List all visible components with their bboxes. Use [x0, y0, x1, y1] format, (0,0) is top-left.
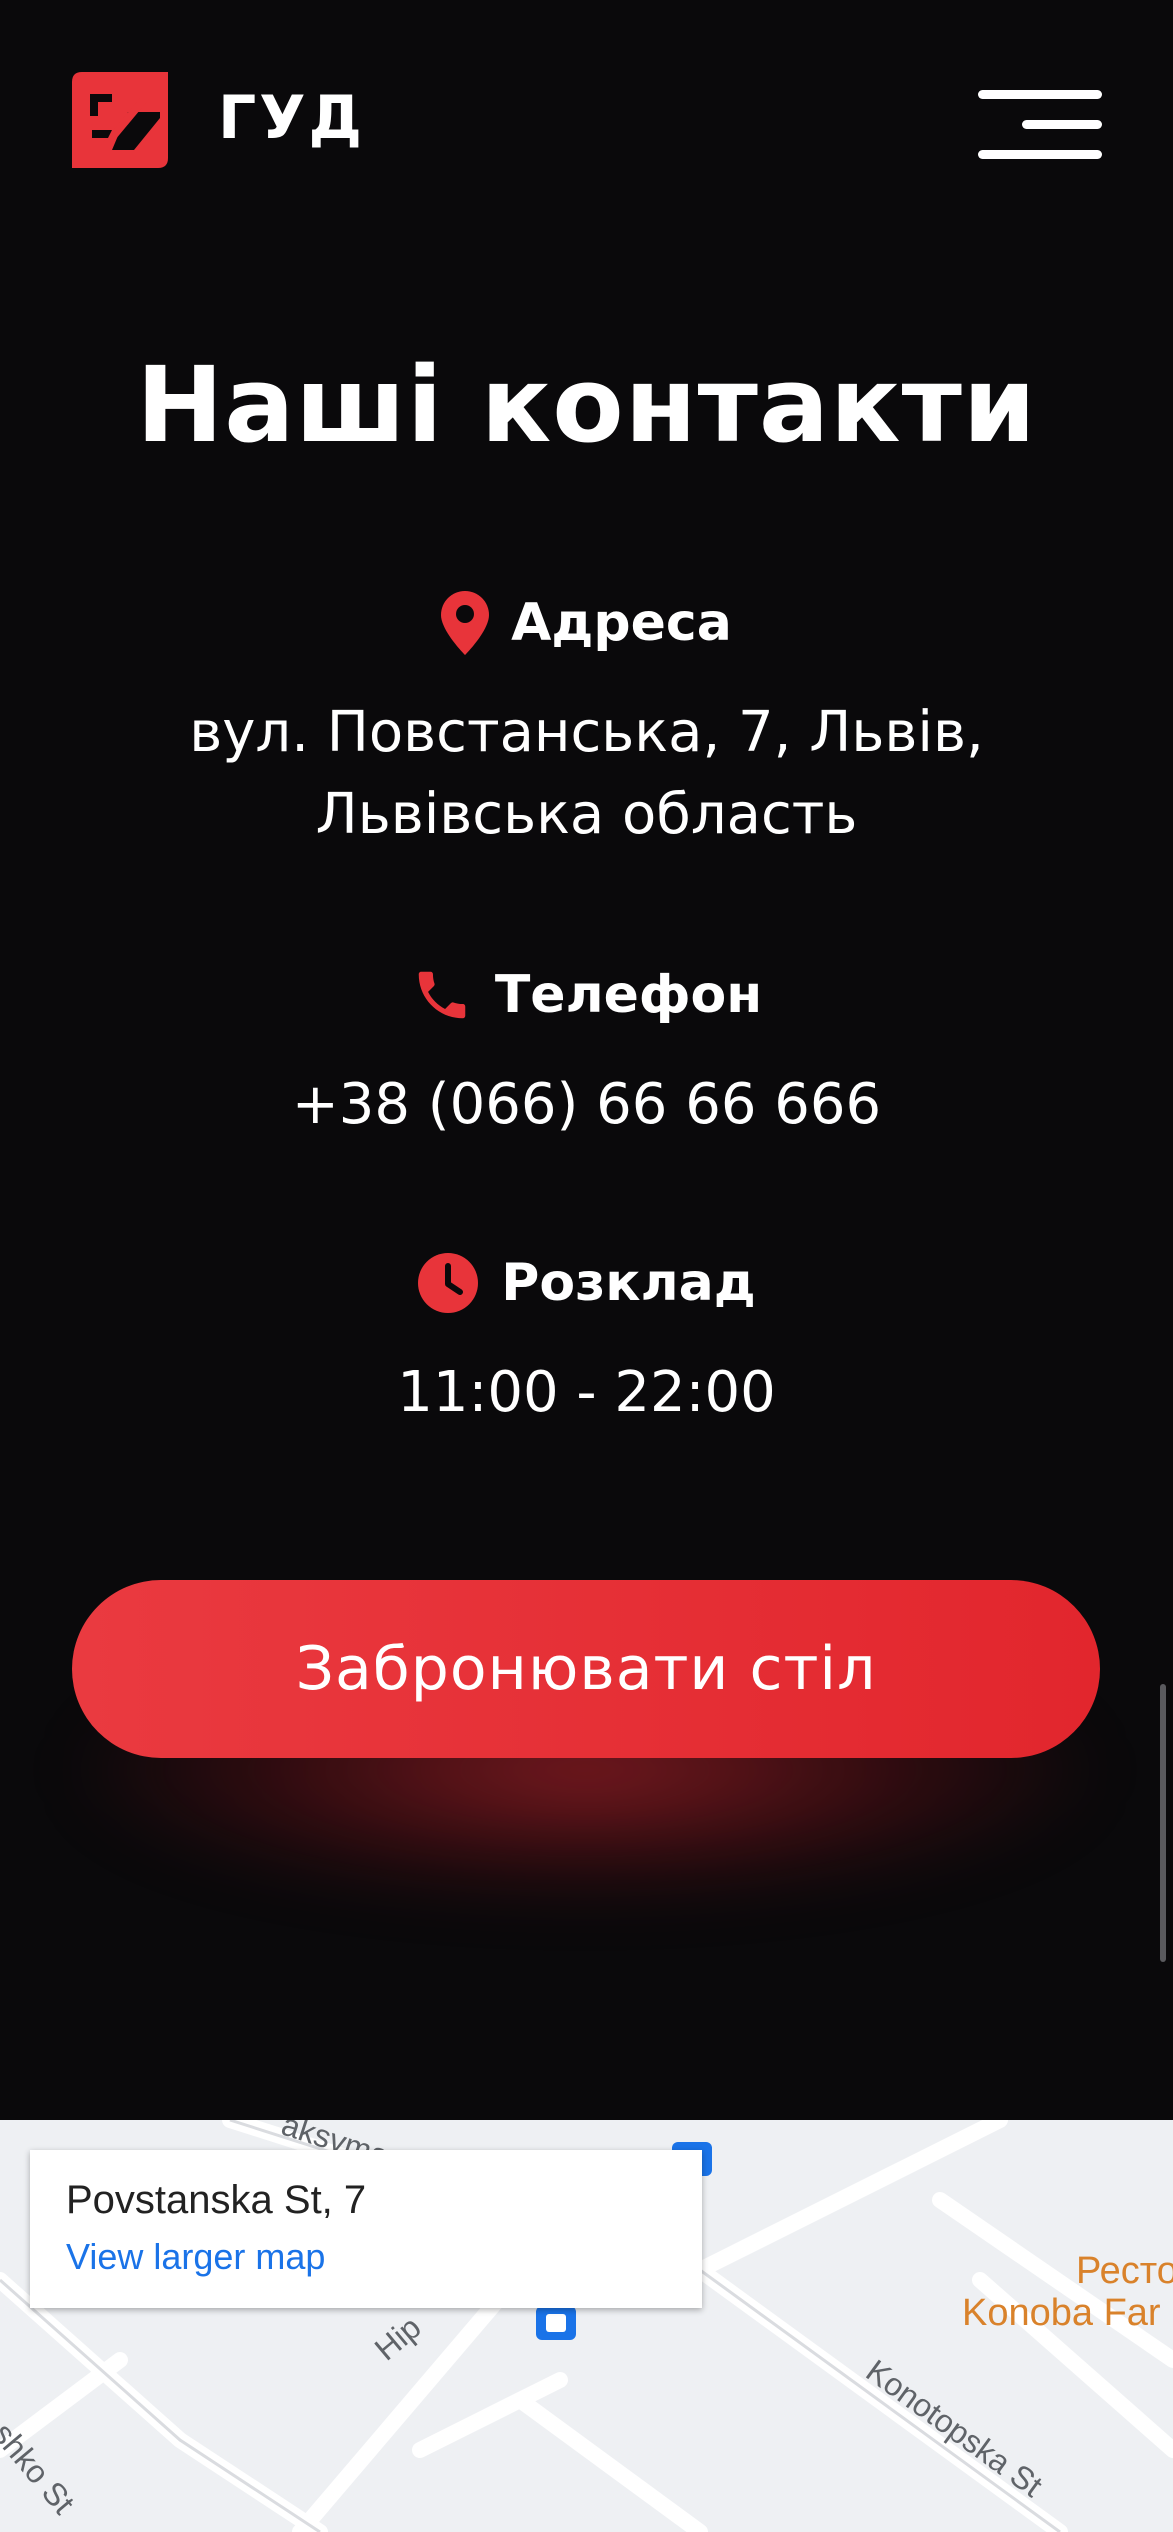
- brand-logo-icon[interactable]: [72, 72, 168, 168]
- map-place-name: Povstanska St, 7: [66, 2178, 367, 2222]
- embedded-map[interactable]: aksyma Hip Konotopska St shko St Ресто K…: [0, 2120, 1173, 2532]
- map-info-card: Povstanska St, 7 View larger map: [30, 2150, 702, 2308]
- address-heading: Адреса: [0, 588, 1173, 658]
- address-line2: Львівська область: [315, 782, 858, 847]
- hamburger-menu-icon[interactable]: [978, 84, 1102, 164]
- address-line1: вул. Повстанська, 7, Львів,: [189, 700, 984, 765]
- poi-label-line1[interactable]: Ресто: [1076, 2250, 1173, 2293]
- phone-heading: Телефон: [0, 960, 1173, 1030]
- location-pin-icon: [441, 591, 490, 655]
- poi-label-line2[interactable]: Konoba Far: [962, 2292, 1161, 2335]
- phone-value[interactable]: +38 (066) 66 66 666: [0, 1064, 1173, 1146]
- schedule-value: 11:00 - 22:00: [397, 1360, 776, 1425]
- clock-icon: [418, 1253, 479, 1313]
- schedule-heading: Розклад: [0, 1248, 1173, 1318]
- view-larger-map-link[interactable]: View larger map: [66, 2236, 325, 2278]
- page: ГУД Наші контакти Адреса вул. Повстанськ…: [0, 0, 1173, 2532]
- contacts-title: Наші контакти: [136, 344, 1037, 466]
- phone-icon: [418, 971, 466, 1019]
- phone-label: Телефон: [494, 965, 763, 1025]
- address-label: Адреса: [511, 593, 732, 653]
- schedule-label: Розклад: [501, 1253, 756, 1313]
- book-table-button[interactable]: Забронювати стіл: [72, 1580, 1100, 1758]
- scrollbar-thumb[interactable]: [1160, 1684, 1166, 1962]
- site-header: ГУД: [0, 0, 1173, 240]
- brand-name[interactable]: ГУД: [218, 78, 365, 158]
